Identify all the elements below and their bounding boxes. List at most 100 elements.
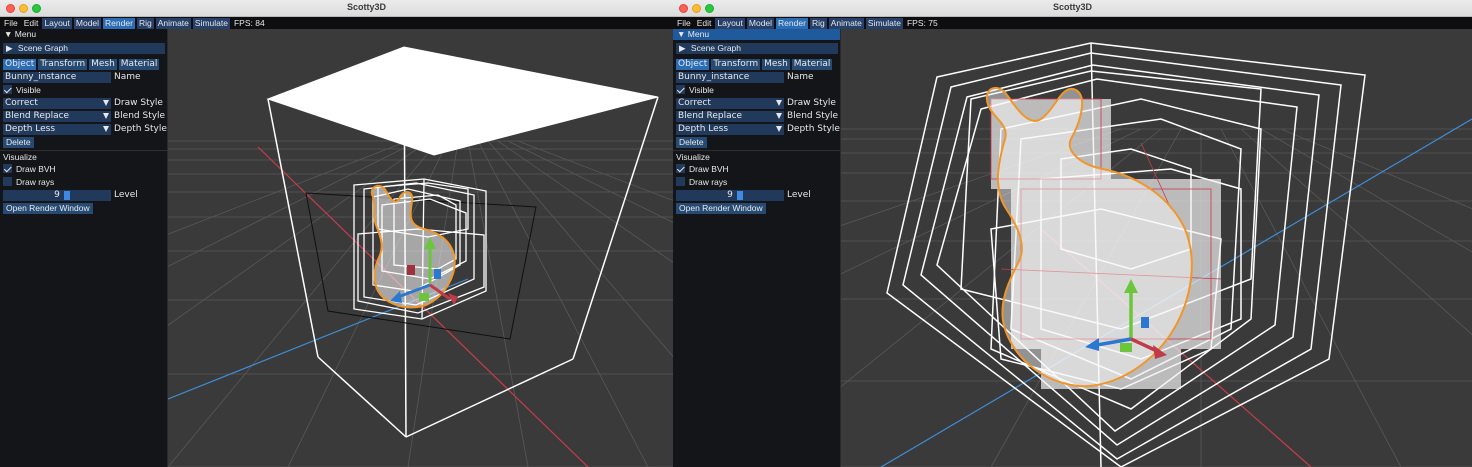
slider-handle[interactable] bbox=[64, 191, 70, 200]
delete-button[interactable]: Delete bbox=[676, 137, 707, 148]
draw-style-label: Draw Style bbox=[114, 98, 163, 108]
name-label: Name bbox=[114, 72, 141, 82]
3d-viewport[interactable] bbox=[168, 29, 733, 467]
menu-simulate[interactable]: Simulate bbox=[192, 17, 230, 29]
dropdown-arrow-icon bbox=[776, 100, 782, 106]
dropdown-arrow-icon bbox=[776, 126, 782, 132]
draw-bvh-label: Draw BVH bbox=[16, 164, 56, 174]
menu-edit[interactable]: Edit bbox=[695, 18, 714, 29]
visible-label: Visible bbox=[689, 85, 714, 95]
menu-simulate[interactable]: Simulate bbox=[865, 17, 903, 29]
name-label: Name bbox=[787, 72, 814, 82]
scotty3d-window-right: Scotty3D File Edit Layout Model Render R… bbox=[673, 0, 1472, 467]
scene-graph-header[interactable]: ▶ Scene Graph bbox=[3, 43, 165, 54]
draw-style-select[interactable]: Correct bbox=[676, 98, 784, 109]
draw-rays-row[interactable]: Draw rays bbox=[676, 177, 727, 188]
draw-rays-row[interactable]: Draw rays bbox=[3, 177, 54, 188]
menu-panel-header[interactable]: ▼ Menu bbox=[0, 29, 167, 40]
window-title: Scotty3D bbox=[1052, 2, 1092, 12]
level-slider[interactable]: 9 bbox=[676, 190, 784, 201]
gizmo-xz-plane[interactable] bbox=[419, 293, 429, 301]
menu-render[interactable]: Render bbox=[103, 17, 135, 29]
menu-bar: File Edit Layout Model Render Rig Animat… bbox=[673, 17, 1472, 29]
triangle-right-icon: ▶ bbox=[6, 43, 13, 53]
fps-counter: FPS: 75 bbox=[906, 18, 938, 28]
visible-checkbox[interactable] bbox=[3, 85, 12, 94]
tab-object[interactable]: Object bbox=[3, 59, 37, 70]
level-value: 9 bbox=[54, 190, 60, 200]
tab-mesh[interactable]: Mesh bbox=[89, 59, 117, 70]
gizmo-yz-plane[interactable] bbox=[1141, 317, 1149, 328]
menu-model[interactable]: Model bbox=[73, 17, 102, 29]
menu-render[interactable]: Render bbox=[776, 17, 808, 29]
draw-rays-checkbox[interactable] bbox=[676, 177, 685, 186]
object-tabs: Object Transform Mesh Material bbox=[676, 59, 833, 70]
depth-style-label: Depth Style bbox=[787, 124, 840, 134]
tab-transform[interactable]: Transform bbox=[711, 59, 761, 70]
menu-panel-title: Menu bbox=[14, 29, 37, 39]
tab-material[interactable]: Material bbox=[791, 59, 833, 70]
gizmo-xy-plane[interactable] bbox=[407, 265, 415, 275]
window-title: Scotty3D bbox=[346, 2, 386, 12]
name-input[interactable]: Bunny_instance bbox=[3, 72, 111, 83]
menu-animate[interactable]: Animate bbox=[828, 17, 864, 29]
depth-style-select[interactable]: Depth Less bbox=[676, 124, 784, 135]
tab-object[interactable]: Object bbox=[676, 59, 710, 70]
menu-model[interactable]: Model bbox=[746, 17, 775, 29]
draw-rays-checkbox[interactable] bbox=[3, 177, 12, 186]
menu-file[interactable]: File bbox=[2, 18, 20, 29]
dropdown-arrow-icon bbox=[776, 113, 782, 119]
visible-checkbox-row[interactable]: Visible bbox=[3, 85, 41, 96]
scotty3d-window-left: Scotty3D File Edit Layout Model Render R… bbox=[0, 0, 733, 467]
blend-style-label: Blend Style bbox=[114, 111, 166, 121]
draw-style-select[interactable]: Correct bbox=[3, 98, 111, 109]
menu-file[interactable]: File bbox=[675, 18, 693, 29]
draw-bvh-checkbox[interactable] bbox=[676, 164, 685, 173]
3d-viewport[interactable] bbox=[841, 29, 1472, 467]
menu-rig[interactable]: Rig bbox=[809, 17, 827, 29]
delete-button[interactable]: Delete bbox=[3, 137, 34, 148]
tab-mesh[interactable]: Mesh bbox=[762, 59, 790, 70]
level-label: Level bbox=[787, 190, 811, 200]
blend-style-select[interactable]: Blend Replace bbox=[676, 111, 784, 122]
level-slider[interactable]: 9 bbox=[3, 190, 111, 201]
draw-bvh-checkbox[interactable] bbox=[3, 164, 12, 173]
open-render-row: Open Render Window bbox=[3, 203, 93, 214]
draw-rays-label: Draw rays bbox=[689, 177, 728, 187]
blend-style-select[interactable]: Blend Replace bbox=[3, 111, 111, 122]
menu-panel-header[interactable]: ▼ Menu bbox=[673, 29, 840, 40]
triangle-right-icon: ▶ bbox=[679, 43, 686, 53]
visible-checkbox[interactable] bbox=[676, 85, 685, 94]
level-value: 9 bbox=[727, 190, 733, 200]
draw-style-value: Correct bbox=[678, 98, 711, 108]
visible-label: Visible bbox=[16, 85, 41, 95]
visualize-label: Visualize bbox=[3, 152, 37, 162]
menu-rig[interactable]: Rig bbox=[136, 17, 154, 29]
gizmo-yz-plane[interactable] bbox=[434, 269, 441, 279]
open-render-window-button[interactable]: Open Render Window bbox=[676, 203, 766, 214]
visible-checkbox-row[interactable]: Visible bbox=[676, 85, 714, 96]
menu-edit[interactable]: Edit bbox=[22, 18, 41, 29]
tab-transform[interactable]: Transform bbox=[38, 59, 88, 70]
divider bbox=[0, 150, 168, 151]
draw-bvh-row[interactable]: Draw BVH bbox=[676, 164, 729, 175]
tab-material[interactable]: Material bbox=[118, 59, 160, 70]
slider-handle[interactable] bbox=[737, 191, 743, 200]
depth-style-value: Depth Less bbox=[5, 124, 56, 134]
triangle-down-icon: ▼ bbox=[4, 29, 13, 39]
delete-button-row: Delete bbox=[3, 137, 34, 148]
scene-graph-label: Scene Graph bbox=[690, 43, 742, 53]
visualize-label: Visualize bbox=[676, 152, 710, 162]
menu-layout[interactable]: Layout bbox=[715, 17, 745, 29]
depth-style-value: Depth Less bbox=[678, 124, 729, 134]
side-panel: ▼ Menu ▶ Scene Graph Object Transform Me… bbox=[0, 29, 168, 467]
menu-layout[interactable]: Layout bbox=[42, 17, 72, 29]
scene-graph-header[interactable]: ▶ Scene Graph bbox=[676, 43, 838, 54]
depth-style-select[interactable]: Depth Less bbox=[3, 124, 111, 135]
open-render-window-button[interactable]: Open Render Window bbox=[3, 203, 93, 214]
name-input[interactable]: Bunny_instance bbox=[676, 72, 784, 83]
draw-bvh-row[interactable]: Draw BVH bbox=[3, 164, 56, 175]
menu-animate[interactable]: Animate bbox=[155, 17, 191, 29]
blend-style-value: Blend Replace bbox=[678, 111, 743, 121]
gizmo-xz-plane[interactable] bbox=[1120, 343, 1132, 352]
